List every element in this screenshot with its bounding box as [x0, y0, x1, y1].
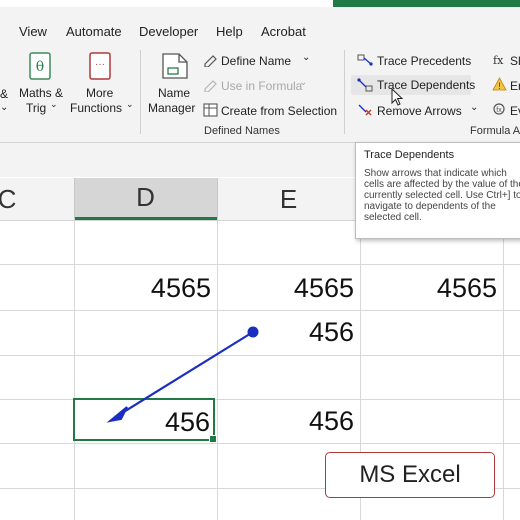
- define-name-icon: [204, 55, 217, 67]
- group-separator: [344, 50, 345, 134]
- formula-auditing-group-label: Formula A: [470, 125, 520, 137]
- evaluate-formula-icon: fx: [493, 103, 505, 115]
- defined-names-group-label: Defined Names: [204, 125, 280, 137]
- evaluate-formula-label: Ev: [510, 104, 520, 118]
- define-name-label: Define Name: [221, 54, 292, 68]
- trace-dependents-icon: [357, 78, 373, 92]
- remove-arrows-icon: [358, 104, 372, 116]
- error-checking-label: Er: [510, 79, 520, 93]
- chevron-down-icon: ⌄: [470, 102, 479, 113]
- column-divider: [74, 178, 75, 220]
- column-divider: [217, 178, 218, 220]
- column-header-d[interactable]: D: [74, 178, 217, 220]
- use-in-formula-label: Use in Formula: [221, 79, 303, 93]
- name-manager-label-2: Manager: [148, 101, 196, 115]
- tab-automate[interactable]: Automate: [66, 24, 122, 39]
- name-manager-icon: [162, 53, 188, 79]
- svg-text:!: !: [498, 81, 501, 91]
- trace-arrow-head: [106, 406, 128, 423]
- trace-arrow-line: [121, 331, 254, 414]
- group-separator: [140, 50, 141, 134]
- show-formulas-icon: fx: [493, 54, 504, 67]
- trace-precedents-label: Trace Precedents: [377, 54, 472, 68]
- tooltip: Trace Dependents Show arrows that indica…: [355, 142, 520, 239]
- column-header-e[interactable]: E: [217, 178, 360, 220]
- svg-text:θ: θ: [36, 59, 44, 75]
- maths-trig-label-2: Trig: [26, 101, 47, 115]
- svg-text:···: ···: [95, 59, 105, 70]
- more-functions-label-1: More: [86, 86, 114, 100]
- use-in-formula-icon: [204, 80, 217, 92]
- warning-icon: !: [492, 77, 507, 91]
- trace-arrow-dot: [247, 326, 259, 338]
- svg-text:fx: fx: [496, 107, 502, 114]
- remove-arrows-label: Remove Arrows: [377, 104, 462, 118]
- title-bar-accent: [333, 0, 520, 7]
- tooltip-description: Show arrows that indicate which cells ar…: [364, 168, 520, 223]
- create-from-selection-label: Create from Selection: [221, 104, 338, 118]
- tab-developer[interactable]: Developer: [139, 24, 198, 39]
- caption-label: MS Excel: [325, 452, 495, 498]
- chevron-down-icon: ⌄: [299, 77, 308, 88]
- tab-view[interactable]: View: [19, 24, 47, 39]
- column-header-c[interactable]: C: [0, 178, 74, 220]
- tab-help[interactable]: Help: [216, 24, 243, 39]
- title-bar: [0, 0, 520, 7]
- name-manager-label-1: Name: [158, 86, 191, 100]
- maths-trig-icon: θ: [29, 52, 51, 80]
- trace-precedents-icon: [357, 54, 373, 66]
- tooltip-title: Trace Dependents: [364, 149, 455, 161]
- maths-trig-label-1: Maths &: [19, 86, 64, 100]
- create-from-selection-icon: [203, 103, 218, 117]
- show-formulas-label: Sh: [510, 54, 520, 68]
- trace-dependents-button[interactable]: Trace Dependents: [351, 75, 475, 95]
- svg-text:fx: fx: [493, 54, 504, 67]
- chevron-down-icon: ⌄: [302, 52, 311, 63]
- more-functions-label-2: Functions: [70, 101, 123, 115]
- dropdown-caret-icon: ⌄: [0, 102, 9, 113]
- chevron-down-icon: ⌄: [126, 99, 134, 109]
- ribbon: & ⌄ θ Maths & Trig ⌄ ··· More Functions …: [0, 42, 520, 143]
- more-functions-icon: ···: [89, 52, 111, 80]
- chevron-down-icon: ⌄: [50, 99, 58, 109]
- partial-function-label[interactable]: &: [0, 87, 8, 101]
- tab-acrobat[interactable]: Acrobat: [261, 24, 306, 39]
